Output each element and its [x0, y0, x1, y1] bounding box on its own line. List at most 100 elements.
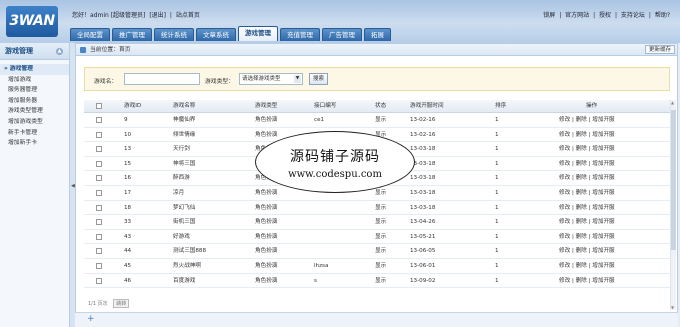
game-name-label: 游戏名： — [94, 79, 118, 85]
row-actions-links[interactable]: 修改 | 删除 | 增加开服 — [559, 186, 615, 200]
scroll-up-icon[interactable]: ▲ — [671, 100, 674, 105]
row-actions-links[interactable]: 修改 | 删除 | 增加开服 — [559, 142, 615, 156]
help-link[interactable]: 帮助? — [655, 12, 670, 19]
cell-id: 33 — [124, 219, 132, 226]
watermark-url: www.codespu.com — [288, 169, 382, 180]
row-actions-links[interactable]: 修改 | 删除 | 增加开服 — [559, 274, 615, 288]
row-checkbox[interactable] — [96, 160, 102, 167]
forum-link[interactable]: 支持论坛 — [621, 12, 645, 19]
collapse-chevron-icon[interactable]: ▲ — [56, 48, 63, 55]
row-actions-links[interactable]: 修改 | 删除 | 增加开服 — [559, 157, 615, 171]
cell-date: 13-06-05 — [410, 248, 436, 255]
cell-date: 13-03-18 — [410, 204, 436, 211]
row-actions-links[interactable]: 修改 | 删除 | 增加开服 — [559, 244, 615, 258]
cell-status: 显示 — [375, 117, 387, 123]
tab-3[interactable]: 文章系统 — [196, 28, 236, 41]
cell-api: s — [314, 277, 317, 284]
row-checkbox[interactable] — [96, 262, 102, 269]
row-actions-links[interactable]: 修改 | 删除 | 增加开服 — [559, 201, 615, 215]
home-icon — [80, 47, 86, 53]
row-checkbox[interactable] — [96, 233, 102, 240]
game-type-select[interactable]: 请选择游戏类型 ▼ — [239, 73, 303, 85]
sidebar-item-7[interactable]: 增加新手卡 — [0, 138, 69, 149]
sidebar-item-2[interactable]: 服务器管理 — [0, 85, 69, 96]
row-actions-links[interactable]: 修改 | 删除 | 增加开服 — [559, 259, 615, 273]
table-scrollbar[interactable]: ▲ ▼ — [670, 100, 676, 310]
cell-id: 45 — [124, 262, 132, 269]
cell-sort: 1 — [495, 146, 499, 153]
sidebar-item-5[interactable]: 增加游戏类型 — [0, 117, 69, 128]
sidebar-item-3[interactable]: 增加服务器 — [0, 96, 69, 107]
cell-name: 倾世情缘 — [173, 131, 196, 138]
cell-name: 百度游戏 — [173, 277, 196, 284]
cell-id: 43 — [124, 233, 132, 240]
cell-type: 角色扮演 — [255, 204, 278, 211]
row-checkbox[interactable] — [96, 189, 102, 196]
cell-type: 角色扮演 — [255, 189, 278, 196]
row-checkbox[interactable] — [96, 219, 102, 226]
table-row: 45 烈火战神啊 角色扮演 lhzsa 显示 13-06-01 1 修改 | 删除 | 增加开… — [84, 259, 670, 274]
search-button[interactable]: 搜索 — [309, 73, 329, 85]
scroll-thumb[interactable] — [671, 110, 676, 250]
cell-type: 角色扮演 — [255, 131, 278, 138]
sidebar-item-0[interactable]: » 游戏管理 — [0, 64, 69, 75]
row-checkbox[interactable] — [96, 248, 102, 255]
official-site-link[interactable]: 官方网站 — [565, 12, 589, 19]
sidebar-item-6[interactable]: 新手卡管理 — [0, 128, 69, 139]
cell-type: 角色扮演 — [255, 219, 278, 226]
row-checkbox[interactable] — [96, 204, 102, 211]
game-type-selected: 请选择游戏类型 — [242, 76, 281, 82]
table-row: 9 神魔仙界 角色扮演 ce1 显示 13-02-16 1 修改 | 删除 | 增加开服 — [84, 113, 670, 128]
games-table: 游戏ID 游戏名称 游戏类型 接口编写 状态 游戏开服时间 排序 操作 9 神魔仙… — [84, 100, 670, 289]
cell-date: 13-03-18 — [410, 189, 436, 196]
row-actions-links[interactable]: 修改 | 删除 | 增加开服 — [559, 113, 615, 127]
cell-sort: 1 — [495, 131, 499, 138]
tab-6[interactable]: 广告管理 — [322, 28, 362, 41]
scroll-down-icon[interactable]: ▼ — [671, 305, 674, 310]
col-id: 游戏ID — [124, 103, 142, 109]
row-actions-links[interactable]: 修改 | 删除 | 增加开服 — [559, 128, 615, 142]
sidebar: 游戏管理 ▲ » 游戏管理 增加游戏 服务器管理 增加服务器 游戏类型管理 增加游戏类型新… — [0, 43, 70, 327]
row-checkbox[interactable] — [96, 117, 102, 123]
tab-0[interactable]: 全局配置 — [70, 28, 110, 41]
cell-type: 角色扮演 — [255, 233, 278, 240]
update-cache-button[interactable]: 更新缓存 — [644, 45, 675, 54]
table-row: 33 街机三国 角色扮演 显示 13-04-26 1 修改 | 删除 | 增加开服 — [84, 215, 670, 230]
cell-sort: 1 — [495, 160, 499, 167]
tab-7[interactable]: 拓展 — [364, 28, 391, 41]
sidebar-item-4[interactable]: 游戏类型管理 — [0, 106, 69, 117]
cell-id: 9 — [124, 117, 128, 123]
row-actions-links[interactable]: 修改 | 删除 | 增加开服 — [559, 230, 615, 244]
row-checkbox[interactable] — [96, 146, 102, 153]
license-link[interactable]: 授权 — [599, 12, 611, 19]
site-home-link[interactable]: 站点首页 — [176, 12, 200, 19]
row-actions-links[interactable]: 修改 | 删除 | 增加开服 — [559, 215, 615, 229]
col-api: 接口编写 — [314, 103, 337, 109]
table-row: 18 梦幻飞仙 角色扮演 显示 13-03-18 1 修改 | 删除 | 增加开服 — [84, 201, 670, 216]
tab-2[interactable]: 统计系统 — [154, 28, 194, 41]
welcome-text: 您好！admin [超级管理员] — [72, 12, 146, 19]
cell-name: 天行剑 — [173, 146, 190, 153]
game-name-input[interactable] — [124, 73, 200, 85]
tab-5[interactable]: 充值管理 — [280, 28, 320, 41]
sidebar-menu: » 游戏管理 增加游戏 服务器管理 增加服务器 游戏类型管理 增加游戏类型 新手卡管理 增加新… — [0, 60, 69, 149]
cell-date: 13-04-26 — [410, 219, 436, 226]
lock-screen-link[interactable]: 锁屏 — [543, 12, 555, 19]
pager-go-button[interactable]: 跳转 — [113, 299, 130, 308]
cell-type: 角色扮演 — [255, 277, 278, 284]
sidebar-item-1[interactable]: 增加游戏 — [0, 75, 69, 86]
cell-sort: 1 — [495, 117, 499, 123]
row-actions-links[interactable]: 修改 | 删除 | 增加开服 — [559, 171, 615, 185]
tab-1[interactable]: 推广管理 — [112, 28, 152, 41]
add-icon[interactable]: + — [87, 314, 95, 324]
cell-sort: 1 — [495, 204, 499, 211]
cell-status: 显示 — [375, 204, 387, 211]
row-checkbox[interactable] — [96, 131, 102, 138]
tab-4[interactable]: 游戏管理 — [238, 26, 278, 41]
row-checkbox[interactable] — [96, 175, 102, 182]
row-checkbox[interactable] — [96, 277, 102, 284]
cell-id: 46 — [124, 277, 132, 284]
logout-link[interactable]: [退出] — [149, 12, 166, 19]
select-all-checkbox[interactable] — [96, 103, 102, 109]
main-nav-tabs: 全局配置 推广管理 统计系统 文章系统 游戏管理 充值管理 广告管理 拓展 — [70, 26, 393, 43]
